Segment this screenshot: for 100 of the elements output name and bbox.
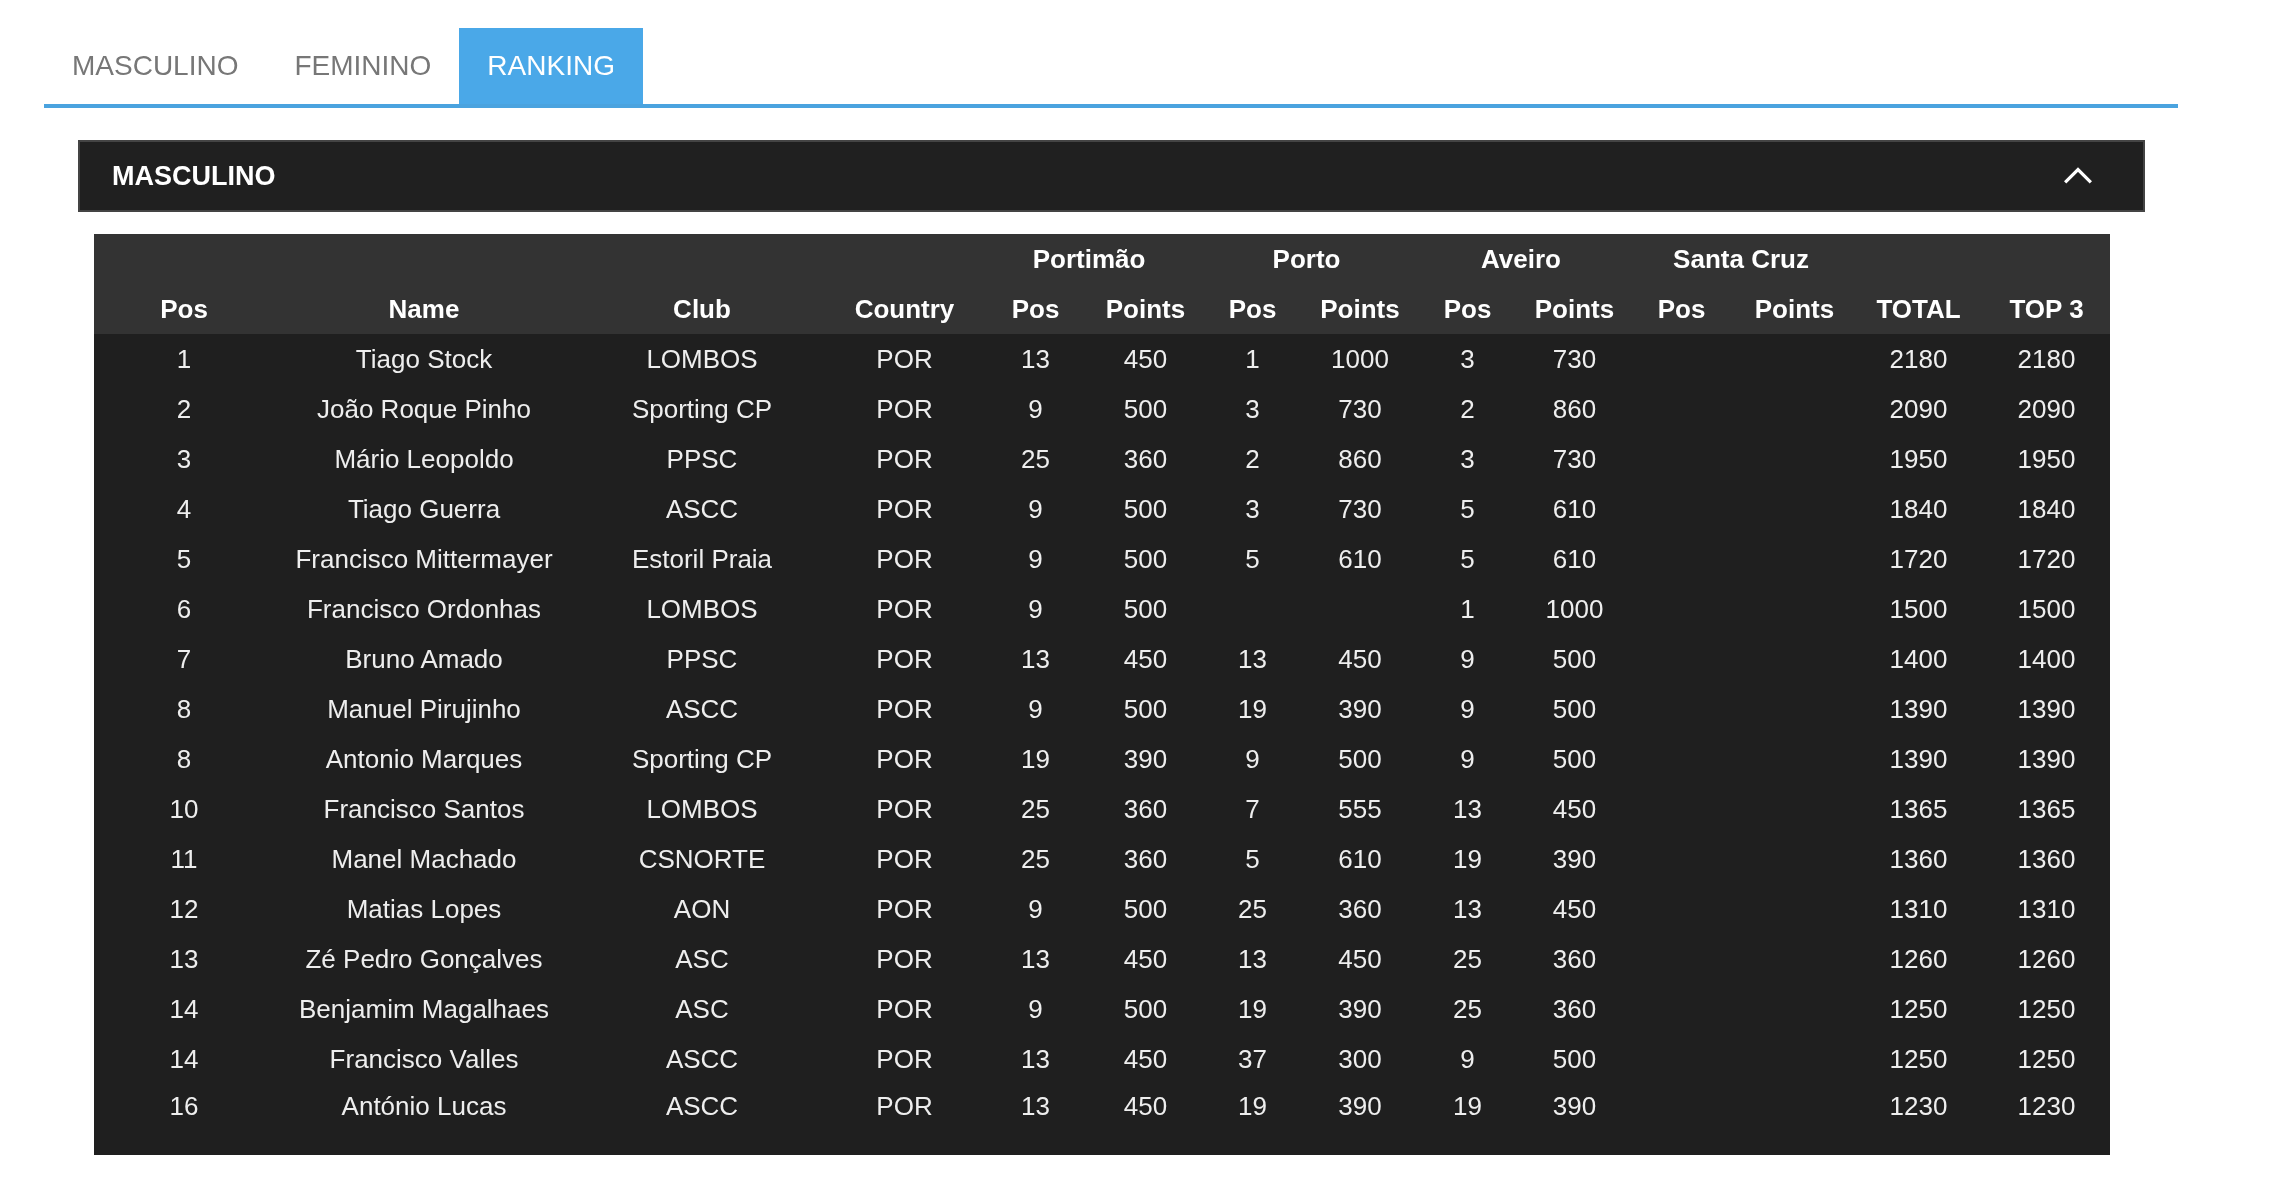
table-cell: 1720 [2017,543,2076,574]
table-cell: 1260 [1889,943,1948,974]
table-cell: 19 [1453,1091,1482,1121]
table-cell: António Lucas [341,1091,507,1121]
table-cell: 5 [176,543,192,574]
table-cell: 1 [1245,343,1260,374]
panel-title: MASCULINO [112,160,276,192]
table-cell: 19 [1021,743,1050,774]
table-cell: 5 [1245,543,1260,574]
table-cell: 9 [1460,643,1475,674]
table-cell: 37 [1238,1043,1267,1074]
table-cell: Francisco Ordonhas [306,593,542,624]
column-header: Points [1754,293,1835,324]
table-cell: 1840 [2017,493,2076,524]
table-cell: POR [876,893,933,924]
table-cell: 360 [1552,943,1597,974]
table-cell: 9 [1028,493,1043,524]
table-cell: 7 [1245,793,1260,824]
table-cell: ASCC [665,493,739,524]
tab[interactable]: FEMININO [266,28,460,104]
tab[interactable]: MASCULINO [44,28,267,104]
table-cell: 25 [1453,943,1482,974]
table-cell: Bruno Amado [345,643,503,674]
table-cell: 450 [1123,643,1168,674]
table-cell: 8 [176,743,192,774]
table-cell: 13 [1021,1091,1050,1121]
table-cell: 1250 [2017,1043,2076,1074]
table-cell: 13 [1021,943,1050,974]
table-cell: 19 [1238,1091,1267,1121]
table-cell: 3 [1460,443,1475,474]
table-cell: 3 [1245,393,1260,424]
table-cell: ASCC [665,693,739,724]
table-cell: 450 [1123,1091,1168,1121]
table-cell: POR [876,543,933,574]
table-cell: 1260 [2017,943,2076,974]
column-header: TOP 3 [2009,293,2084,324]
table-cell: 1250 [2017,993,2076,1024]
table-cell: 500 [1552,743,1597,774]
table-cell: 5 [1460,543,1475,574]
table-cell: 1840 [1889,493,1948,524]
table-cell: 9 [1028,893,1043,924]
table-cell: 730 [1338,493,1382,524]
group-header: Porto [1272,243,1341,274]
table-cell: 610 [1552,493,1597,524]
table-cell: 4 [176,493,192,524]
table-cell: POR [876,993,933,1024]
table-cell: 1360 [2017,843,2076,874]
tab[interactable]: RANKING [459,28,643,104]
table-cell: 450 [1123,943,1168,974]
group-header: Portimão [1032,243,1146,274]
table-cell: 1500 [1889,593,1948,624]
table-cell: 2090 [2017,393,2076,424]
table-cell: LOMBOS [646,593,758,624]
table-cell: Mário Leopoldo [334,443,514,474]
table-cell: Manuel Pirujinho [327,693,521,724]
table-cell: 25 [1021,843,1050,874]
column-header: TOTAL [1876,293,1961,324]
table-cell: POR [876,693,933,724]
table-cell: 9 [1460,743,1475,774]
table-cell: 500 [1123,693,1168,724]
table-cell: 1000 [1545,593,1604,624]
table-cell: 13 [1238,643,1267,674]
table-cell: ASCC [665,1091,739,1121]
table-cell: Francisco Valles [329,1043,519,1074]
table-cell: 390 [1338,993,1382,1024]
table-cell: Matias Lopes [346,893,502,924]
table-cell: 1720 [1889,543,1948,574]
table-cell: 500 [1123,893,1168,924]
table-cell: 12 [169,893,199,924]
table-cell: 7 [176,643,192,674]
table-cell: Estoril Praia [631,543,773,574]
table-cell: 13 [169,943,199,974]
table-cell: 390 [1552,843,1597,874]
table-cell: 2180 [1889,343,1948,374]
table-cell: PPSC [666,443,738,474]
table-cell: 390 [1338,693,1382,724]
table-cell: 9 [1028,993,1043,1024]
table-cell: 19 [1453,843,1482,874]
table-cell: 500 [1123,393,1168,424]
table-cell: 2 [1460,393,1475,424]
table-cell: POR [876,1091,933,1121]
table-cell: 300 [1338,1043,1382,1074]
table-cell: LOMBOS [646,793,758,824]
table-cell: Francisco Mittermayer [295,543,553,574]
table-cell: CSNORTE [638,843,766,874]
column-header: Points [1534,293,1615,324]
table-cell: 13 [1238,943,1267,974]
table-cell: 8 [176,693,192,724]
table-cell: 730 [1552,443,1597,474]
table-cell: 500 [1552,693,1597,724]
table-cell: ASC [675,943,729,974]
table-cell: 610 [1338,843,1382,874]
panel-header[interactable]: MASCULINO [78,140,2145,212]
table-cell: Tiago Guerra [347,493,501,524]
table-cell: 450 [1123,343,1168,374]
table-cell: 860 [1552,393,1597,424]
table-cell: 500 [1123,543,1168,574]
table-cell: 19 [1238,693,1267,724]
table-cell: 1310 [2017,893,2076,924]
chevron-up-icon[interactable] [2063,167,2093,185]
